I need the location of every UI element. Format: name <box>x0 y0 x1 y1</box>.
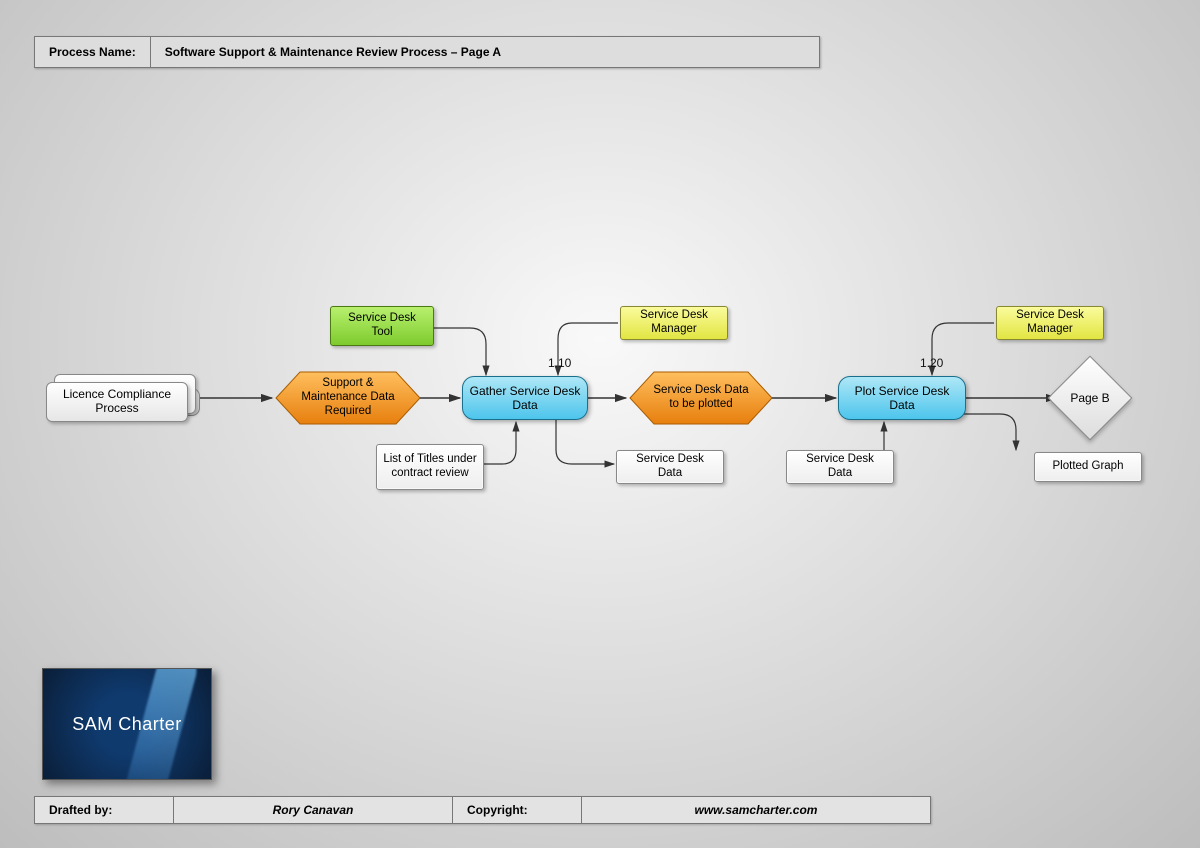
proc2-number: 1.20 <box>920 356 943 370</box>
title-value: Software Support & Maintenance Review Pr… <box>151 37 819 67</box>
output-plotted-graph: Plotted Graph <box>1034 452 1142 482</box>
input-service-desk-data: Service Desk Data <box>786 450 894 484</box>
title-label: Process Name: <box>35 37 151 67</box>
tool-service-desk: Service Desk Tool <box>330 306 434 346</box>
output-service-desk-data: Service Desk Data <box>616 450 724 484</box>
footer-drafted-value: Rory Canavan <box>174 797 453 823</box>
footer-copyright-label: Copyright: <box>453 797 582 823</box>
title-bar: Process Name: Software Support & Mainten… <box>34 36 820 68</box>
footer-bar: Drafted by: Rory Canavan Copyright: www.… <box>34 796 931 824</box>
role-service-desk-manager-1: Service Desk Manager <box>620 306 728 340</box>
footer-copyright-value: www.samcharter.com <box>582 797 930 823</box>
event-data-to-be-plotted: Service Desk Data to be plotted <box>644 374 758 422</box>
page-connector-label: Page B <box>1070 391 1109 405</box>
start-label: Licence Compliance Process <box>46 382 188 422</box>
process-plot-service-desk-data: Plot Service Desk Data <box>838 376 966 420</box>
logo-text: SAM Charter <box>72 714 182 735</box>
role-service-desk-manager-2: Service Desk Manager <box>996 306 1104 340</box>
event-support-maintenance-required: Support & Maintenance Data Required <box>290 374 406 422</box>
input-list-of-titles: List of Titles under contract review <box>376 444 484 490</box>
process-gather-service-desk-data: Gather Service Desk Data <box>462 376 588 420</box>
proc1-number: 1.10 <box>548 356 571 370</box>
logo-sam-charter: SAM Charter <box>42 668 212 780</box>
start-node: Licence Compliance Process <box>46 374 196 420</box>
page-connector: Page B <box>1060 368 1120 428</box>
footer-drafted-label: Drafted by: <box>35 797 174 823</box>
